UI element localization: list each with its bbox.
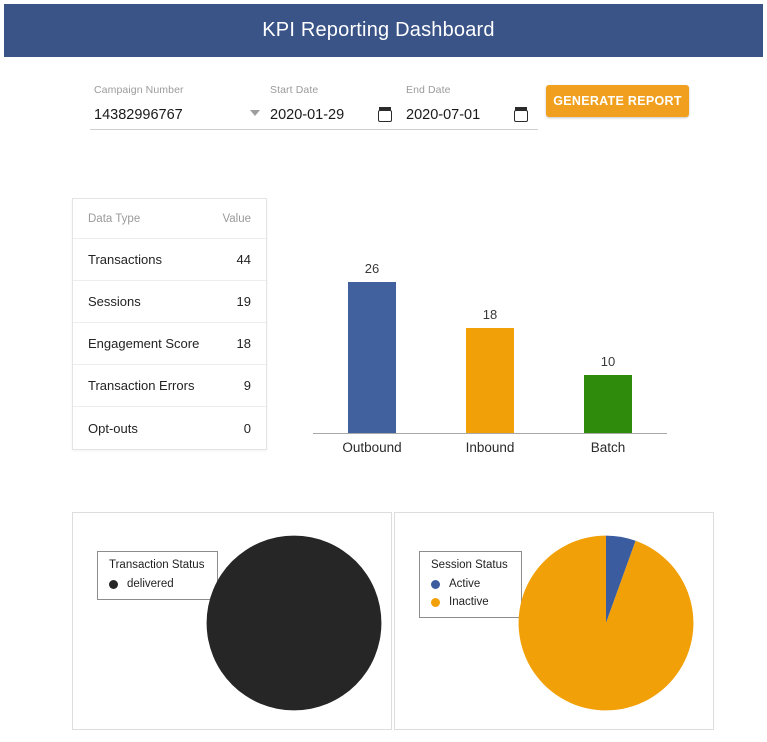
bar-chart-category-labels: Outbound Inbound Batch [305, 440, 675, 455]
bar-column: 10 [558, 258, 658, 433]
bar-category-label: Inbound [465, 440, 515, 455]
legend-item[interactable]: Inactive [431, 596, 508, 608]
bar-outbound [348, 282, 396, 433]
pie-slice [206, 535, 382, 711]
table-row: Sessions 19 [73, 281, 266, 323]
filter-bar: Campaign Number Start Date End Date GENE… [90, 76, 710, 130]
table-row: Opt-outs 0 [73, 407, 266, 449]
pie-svg [206, 535, 382, 711]
legend-label: Active [449, 578, 481, 590]
transaction-status-panel: Transaction Status delivered [72, 512, 392, 730]
campaign-number-label: Campaign Number [94, 84, 184, 96]
table-row: Transactions 44 [73, 239, 266, 281]
session-status-pie-chart [513, 530, 699, 716]
kpi-label: Transaction Errors [88, 378, 195, 393]
chevron-down-icon[interactable] [250, 110, 260, 116]
bar-category-label: Outbound [342, 440, 402, 455]
kpi-value: 44 [236, 252, 251, 267]
bar-inbound [466, 328, 514, 433]
bar-value-label: 10 [600, 354, 616, 369]
pie-svg [518, 535, 694, 711]
legend-swatch-icon [431, 597, 440, 607]
bar-chart-axis-line [313, 433, 667, 434]
bar-value-label: 26 [364, 261, 380, 276]
bar-batch [584, 375, 632, 433]
kpi-label: Transactions [88, 252, 162, 267]
column-header-value: Value [222, 212, 251, 225]
bar-category-label: Batch [590, 440, 626, 455]
table-header-row: Data Type Value [73, 199, 266, 239]
campaign-number-field[interactable]: Campaign Number [90, 84, 270, 130]
bar-value-label: 18 [482, 307, 498, 322]
start-date-label: Start Date [270, 84, 319, 96]
start-date-field[interactable]: Start Date [266, 84, 406, 130]
table-row: Engagement Score 18 [73, 323, 266, 365]
kpi-label: Opt-outs [88, 420, 138, 436]
generate-report-button[interactable]: GENERATE REPORT [546, 85, 689, 117]
column-header-data-type: Data Type [88, 212, 141, 225]
kpi-label: Sessions [88, 294, 141, 309]
legend-item[interactable]: delivered [109, 578, 204, 590]
bar-column: 26 [322, 258, 422, 433]
bar-chart-plot-area: 26 18 10 [305, 258, 675, 433]
end-date-field[interactable]: End Date [402, 84, 542, 130]
kpi-label: Engagement Score [88, 336, 200, 351]
kpi-value: 9 [243, 378, 251, 393]
kpi-value: 0 [243, 420, 251, 436]
legend-item[interactable]: Active [431, 578, 508, 590]
legend-swatch-icon [431, 579, 440, 589]
session-status-legend: Session Status Active Inactive [419, 551, 522, 618]
kpi-value: 19 [236, 294, 251, 309]
calendar-icon[interactable] [378, 107, 392, 122]
legend-label: Inactive [449, 596, 489, 608]
pie-slice [518, 535, 694, 711]
legend-swatch-icon [109, 579, 118, 589]
table-row: Transaction Errors 9 [73, 365, 266, 407]
app-header: KPI Reporting Dashboard [4, 4, 763, 57]
end-date-label: End Date [406, 84, 451, 96]
calendar-icon[interactable] [514, 107, 528, 122]
kpi-table: Data Type Value Transactions 44 Sessions… [72, 198, 267, 450]
kpi-value: 18 [236, 336, 251, 351]
session-status-panel: Session Status Active Inactive [394, 512, 714, 730]
legend-title: Session Status [431, 559, 508, 571]
message-type-bar-chart: 26 18 10 Outbound Inbound Batch [305, 258, 675, 463]
bar-column: 18 [440, 258, 540, 433]
transaction-status-pie-chart [201, 530, 387, 716]
campaign-number-input[interactable] [94, 107, 270, 123]
legend-title: Transaction Status [109, 559, 205, 571]
page-title: KPI Reporting Dashboard [262, 19, 495, 41]
legend-label: delivered [127, 578, 174, 590]
